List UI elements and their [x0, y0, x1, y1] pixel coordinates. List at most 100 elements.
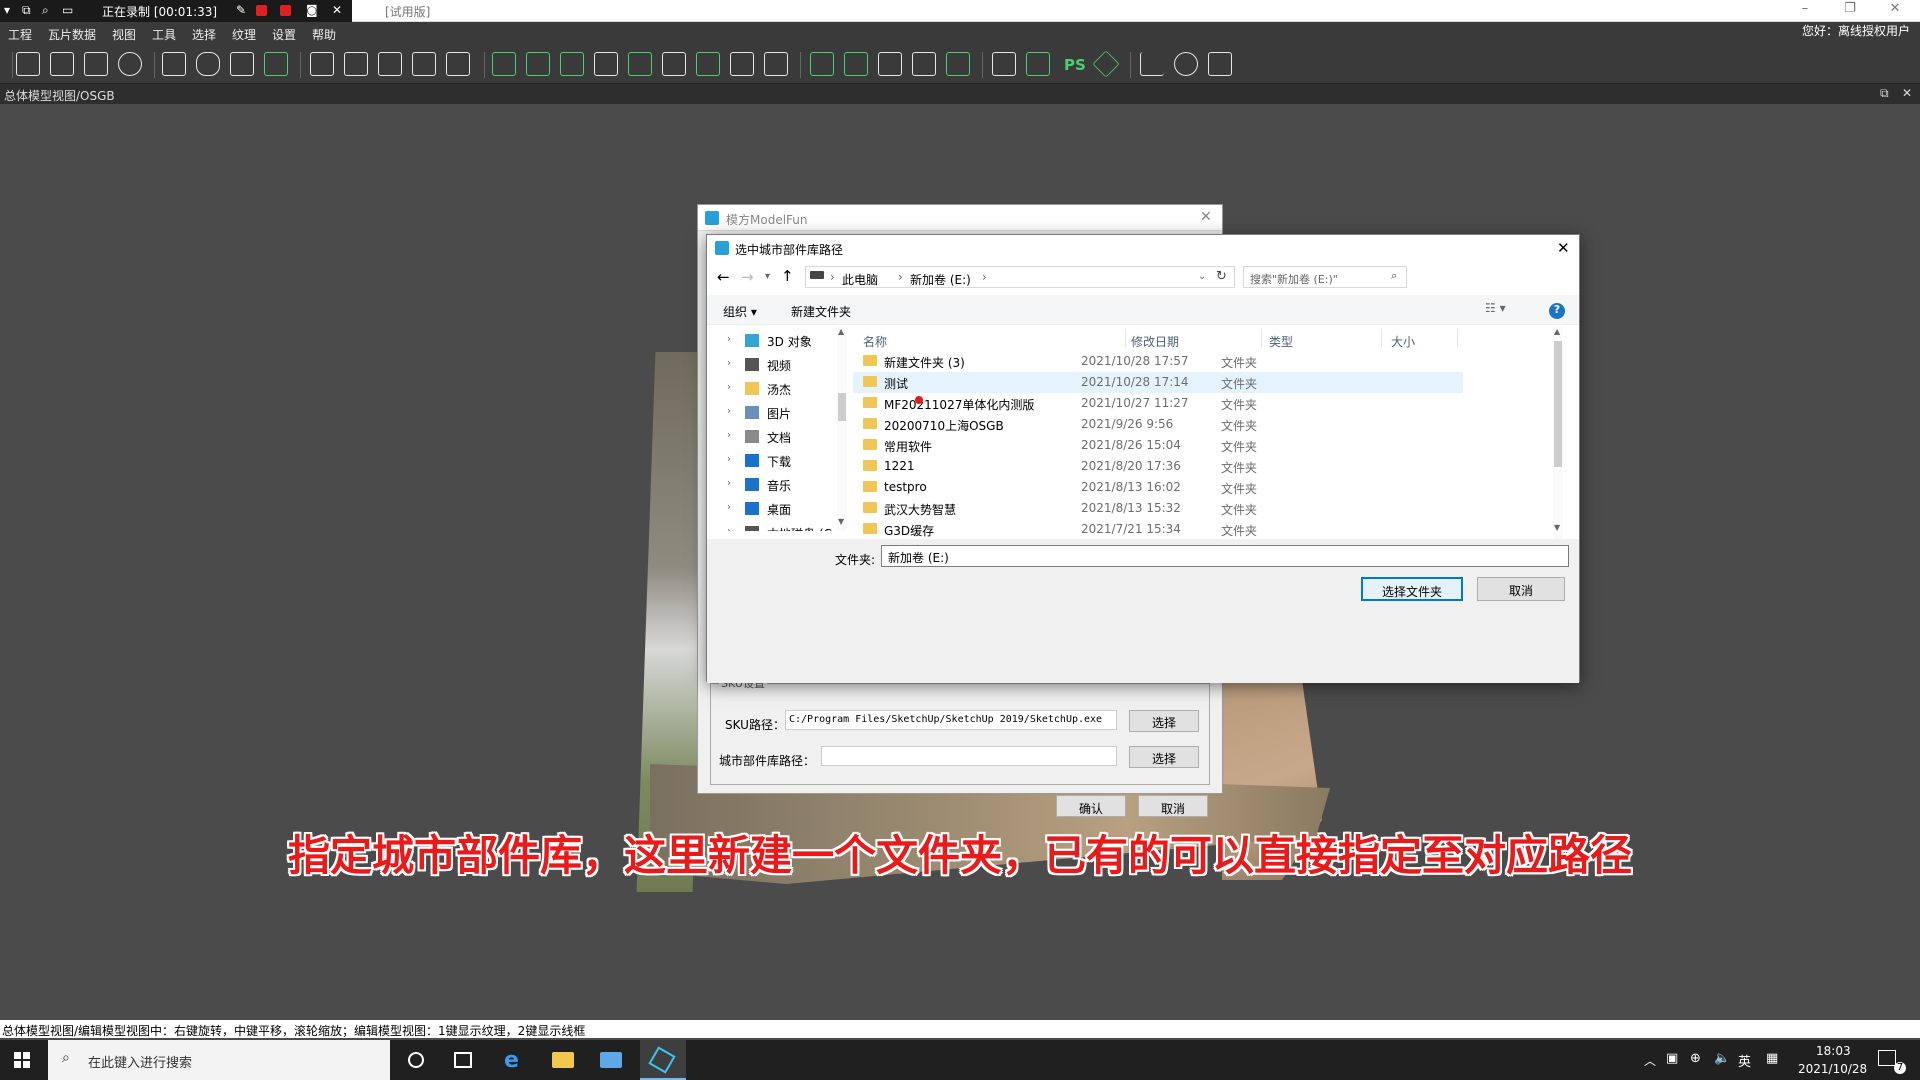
nav-item[interactable]: › 视频	[707, 353, 841, 377]
crop-icon[interactable]	[526, 52, 550, 76]
nav-item[interactable]: › 图片	[707, 401, 841, 425]
app-window-icon[interactable]	[600, 1052, 622, 1068]
column-name[interactable]: 名称	[863, 333, 887, 350]
ime-indicator[interactable]: 英	[1738, 1051, 1751, 1070]
chevron-right-icon[interactable]: ›	[727, 454, 731, 465]
file-row[interactable]: 1221 2021/8/20 17:36 文件夹	[853, 456, 1463, 477]
split-view-icon[interactable]	[50, 52, 74, 76]
up-icon[interactable]: ↑	[781, 267, 794, 285]
new-file-icon[interactable]	[16, 52, 40, 76]
stop-icon[interactable]	[280, 5, 291, 16]
refresh-icon[interactable]: ↻	[1216, 269, 1227, 284]
file-row[interactable]: 常用软件 2021/8/26 15:04 文件夹	[853, 435, 1463, 456]
chevron-right-icon[interactable]: ›	[727, 406, 731, 417]
terrain-icon[interactable]	[230, 52, 254, 76]
layers-icon[interactable]	[264, 52, 288, 76]
file-row[interactable]: G3D缓存 2021/7/21 15:34 文件夹	[853, 519, 1463, 539]
nav-item[interactable]: › 桌面	[707, 497, 841, 521]
pause-icon[interactable]	[256, 5, 267, 16]
scissors-icon[interactable]	[696, 52, 720, 76]
nav-item[interactable]: › 本地磁盘 (C:)	[707, 521, 841, 531]
forward-icon[interactable]: →	[741, 268, 754, 286]
dropdown-icon[interactable]: ▾	[4, 3, 10, 17]
organize-menu[interactable]: 组织 ▾	[723, 303, 757, 320]
select-rect-icon[interactable]	[810, 52, 834, 76]
import-icon[interactable]	[84, 52, 108, 76]
notification-icon[interactable]	[1878, 1050, 1896, 1066]
drone-icon[interactable]	[992, 52, 1016, 76]
address-bar[interactable]: › 此电脑 › 新加卷 (E:) › ⌄ ↻	[805, 266, 1235, 288]
tray-arrow-icon[interactable]: ︿	[1644, 1052, 1656, 1069]
file-row[interactable]: MF20211027单体化内测版 2021/10/27 11:27 文件夹	[853, 393, 1463, 414]
move-icon[interactable]	[946, 52, 970, 76]
help-icon[interactable]: ?	[1549, 303, 1565, 319]
edge-icon[interactable]: e	[504, 1048, 519, 1073]
file-row[interactable]: 新建文件夹 (3) 2021/10/28 17:57 文件夹	[853, 351, 1463, 372]
pen-icon[interactable]: ✎	[236, 3, 246, 17]
menu-tools[interactable]: 工具	[152, 26, 176, 43]
file-explorer-icon[interactable]	[552, 1052, 574, 1068]
chevron-right-icon[interactable]: ›	[727, 478, 731, 489]
library-path-input[interactable]	[821, 746, 1117, 766]
close-recorder-icon[interactable]: ✕	[332, 3, 342, 17]
plane-icon[interactable]	[378, 52, 402, 76]
nav-item[interactable]: › 3D 对象	[707, 329, 841, 353]
modelfun-cancel-button[interactable]: 取消	[1138, 795, 1208, 817]
stairs-icon[interactable]	[662, 52, 686, 76]
float-icon[interactable]: ⧉	[1880, 86, 1889, 101]
axis-icon[interactable]	[1140, 52, 1164, 76]
menu-view[interactable]: 视图	[112, 26, 136, 43]
chevron-right-icon[interactable]: ›	[727, 526, 731, 531]
camera-icon[interactable]: ◙	[306, 3, 318, 17]
dialog-close-icon[interactable]: ✕	[1557, 239, 1570, 257]
bridge-icon[interactable]	[594, 52, 618, 76]
image-icon[interactable]	[412, 52, 436, 76]
column-type[interactable]: 类型	[1269, 333, 1293, 350]
box-icon[interactable]	[1092, 50, 1120, 78]
modelfun-close-icon[interactable]: ✕	[1200, 209, 1212, 225]
file-scrollbar[interactable]: ▲ ▼	[1553, 327, 1563, 539]
cube-icon[interactable]	[344, 52, 368, 76]
crop-frame-icon[interactable]	[1208, 52, 1232, 76]
nav-scrollbar[interactable]: ▲ ▼	[837, 327, 847, 531]
maximize-button[interactable]: ❐	[1835, 1, 1865, 21]
library-select-button[interactable]: 选择	[1129, 746, 1199, 768]
zoom-icon[interactable]: ⌕	[42, 3, 49, 18]
nav-item[interactable]: › 音乐	[707, 473, 841, 497]
start-button[interactable]	[14, 1052, 30, 1068]
nav-item[interactable]: › 文档	[707, 425, 841, 449]
chevron-right-icon[interactable]: ›	[727, 334, 731, 345]
sku-select-button[interactable]: 选择	[1129, 710, 1199, 732]
tray-app-icon[interactable]: ▣	[1666, 1051, 1678, 1066]
pointer-icon[interactable]	[878, 52, 902, 76]
minimize-button[interactable]: –	[1790, 1, 1820, 21]
dialog-cancel-button[interactable]: 取消	[1477, 577, 1565, 601]
file-row[interactable]: testpro 2021/8/13 16:02 文件夹	[853, 477, 1463, 498]
select-lasso-icon[interactable]	[844, 52, 868, 76]
close-view-icon[interactable]: ✕	[1902, 86, 1912, 100]
house-icon[interactable]	[912, 52, 936, 76]
new-folder-button[interactable]: 新建文件夹	[791, 303, 851, 320]
menu-select[interactable]: 选择	[192, 26, 216, 43]
settings-gear-icon[interactable]	[1174, 52, 1198, 76]
view-options-icon[interactable]: ☷ ▾	[1485, 301, 1506, 315]
modelfun-ok-button[interactable]: 确认	[1056, 795, 1126, 817]
grid-icon[interactable]	[310, 52, 334, 76]
menu-tile-data[interactable]: 瓦片数据	[48, 26, 96, 43]
tree-remove-icon[interactable]	[560, 52, 584, 76]
chevron-right-icon[interactable]: ›	[727, 502, 731, 513]
road-icon[interactable]	[628, 52, 652, 76]
building-icon[interactable]	[446, 52, 470, 76]
breadcrumb-this-pc[interactable]: 此电脑	[842, 271, 878, 288]
menu-settings[interactable]: 设置	[272, 26, 296, 43]
chevron-right-icon[interactable]: ›	[727, 358, 731, 369]
taskbar-search[interactable]: ⌕ 在此键入进行搜索	[48, 1040, 390, 1080]
keyboard-icon[interactable]: ▦	[1766, 1051, 1778, 1066]
folder-input[interactable]: 新加卷 (E:)	[881, 545, 1569, 567]
fill-icon[interactable]	[730, 52, 754, 76]
menu-help[interactable]: 帮助	[312, 26, 336, 43]
network-icon[interactable]: ⊕	[1690, 1051, 1701, 1066]
cortana-icon[interactable]	[408, 1052, 424, 1068]
task-view-icon[interactable]	[454, 1052, 472, 1068]
restore-icon[interactable]: ⧉	[22, 3, 31, 18]
